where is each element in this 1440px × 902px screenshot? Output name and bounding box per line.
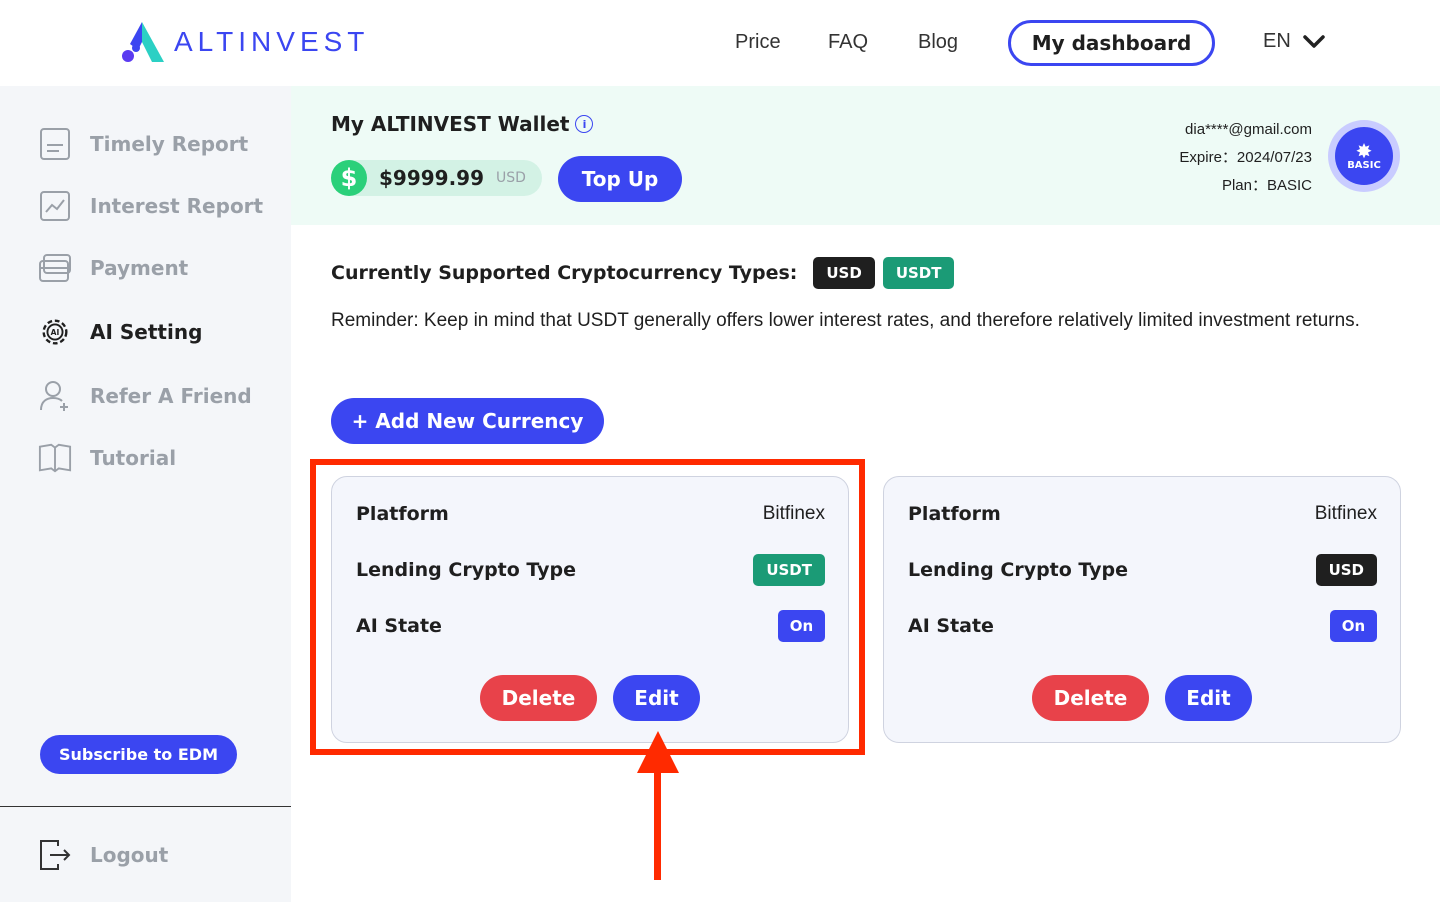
- add-new-currency-button[interactable]: + Add New Currency: [331, 398, 604, 444]
- subscribe-edm-button[interactable]: Subscribe to EDM: [40, 735, 237, 774]
- wallet-title: My ALTINVEST Wallet i: [331, 112, 594, 136]
- sidebar-item-interest-report[interactable]: Interest Report: [38, 188, 263, 224]
- sidebar-item-label: Interest Report: [90, 194, 264, 218]
- supported-label: Currently Supported Cryptocurrency Types…: [331, 262, 798, 284]
- plan-badge: ✸ BASIC: [1328, 120, 1400, 192]
- logout-button[interactable]: Logout: [38, 837, 168, 873]
- nav-price-link[interactable]: Price: [735, 31, 781, 54]
- plan-badge-inner: ✸ BASIC: [1335, 127, 1393, 185]
- sidebar-item-tutorial[interactable]: Tutorial: [38, 440, 176, 476]
- logout-icon: [38, 838, 72, 872]
- sidebar-item-payment[interactable]: Payment: [38, 250, 188, 286]
- platform-row: Platform Bitfinex: [908, 503, 1377, 525]
- plan-badge-text: BASIC: [1347, 159, 1381, 171]
- reminder-text: Reminder: Keep in mind that USDT general…: [331, 310, 1360, 331]
- currency-card: Platform Bitfinex Lending Crypto Type US…: [883, 476, 1401, 743]
- platform-value: Bitfinex: [1314, 503, 1377, 524]
- top-up-button[interactable]: Top Up: [558, 156, 682, 202]
- wallet-title-text: My ALTINVEST Wallet: [331, 112, 570, 136]
- crypto-type-badge: USD: [1315, 554, 1377, 586]
- annotation-arrow-icon: [637, 731, 679, 773]
- usdt-tag: USDT: [882, 257, 955, 289]
- sidebar-item-label: AI Setting: [90, 320, 203, 344]
- balance-amount: $9999.99: [379, 166, 485, 190]
- nav-blog-link[interactable]: Blog: [918, 31, 958, 54]
- logout-label: Logout: [90, 843, 169, 867]
- logo-mark-icon: [118, 20, 166, 64]
- star-icon: ✸: [1355, 138, 1373, 163]
- card-actions: Delete Edit: [884, 675, 1400, 721]
- usd-tag: USD: [813, 257, 875, 289]
- chevron-down-icon: [1303, 34, 1325, 48]
- sidebar-item-label: Timely Report: [90, 132, 249, 156]
- nav-faq-link[interactable]: FAQ: [828, 31, 868, 54]
- account-info: dia****@gmail.com Expire：2024/07/23 Plan…: [1179, 116, 1312, 200]
- annotation-arrow-shaft: [654, 770, 661, 880]
- sidebar-divider: [0, 806, 291, 807]
- my-dashboard-button[interactable]: My dashboard: [1008, 20, 1215, 66]
- supported-currencies: Currently Supported Cryptocurrency Types…: [331, 257, 955, 289]
- ai-gear-icon: AI: [38, 315, 72, 349]
- chart-icon: [38, 189, 72, 223]
- ai-state-badge: On: [1330, 610, 1377, 642]
- sidebar-item-label: Tutorial: [90, 446, 177, 470]
- sidebar-item-timely-report[interactable]: Timely Report: [38, 126, 248, 162]
- delete-button[interactable]: Delete: [1032, 675, 1149, 721]
- crypto-type-label: Lending Crypto Type: [908, 559, 1129, 581]
- annotation-highlight-box: [310, 459, 865, 755]
- balance-unit: USD: [496, 170, 526, 186]
- platform-label: Platform: [908, 503, 1001, 525]
- wallet-panel: My ALTINVEST Wallet i $ $9999.99 USD Top…: [291, 86, 1440, 225]
- card-icon: [38, 251, 72, 285]
- sidebar-item-refer-a-friend[interactable]: Refer A Friend: [38, 378, 252, 414]
- brand-name: ALTINVEST: [174, 26, 370, 57]
- account-plan: Plan：BASIC: [1221, 177, 1312, 194]
- sidebar: Timely Report Interest Report Payment AI…: [0, 86, 291, 902]
- brand-logo[interactable]: ALTINVEST: [118, 20, 369, 64]
- book-icon: [38, 441, 72, 475]
- sidebar-item-label: Payment: [90, 256, 189, 280]
- ai-state-label: AI State: [908, 615, 994, 637]
- dollar-icon: $: [331, 160, 367, 196]
- top-header: ALTINVEST Price FAQ Blog My dashboard EN: [0, 0, 1440, 86]
- balance-display: $ $9999.99 USD: [331, 160, 542, 196]
- crypto-type-row: Lending Crypto Type USD: [908, 554, 1377, 586]
- document-icon: [38, 127, 72, 161]
- info-icon[interactable]: i: [575, 115, 594, 133]
- account-expire: Expire：2024/07/23: [1179, 149, 1312, 166]
- svg-text:AI: AI: [51, 328, 60, 337]
- language-label: EN: [1263, 30, 1291, 52]
- edit-button[interactable]: Edit: [1165, 675, 1252, 721]
- account-email: dia****@gmail.com: [1185, 121, 1312, 138]
- ai-state-row: AI State On: [908, 610, 1377, 642]
- sidebar-item-label: Refer A Friend: [90, 384, 252, 408]
- language-selector[interactable]: EN: [1263, 30, 1325, 53]
- sidebar-item-ai-setting[interactable]: AI AI Setting: [38, 314, 202, 350]
- user-add-icon: [38, 379, 72, 413]
